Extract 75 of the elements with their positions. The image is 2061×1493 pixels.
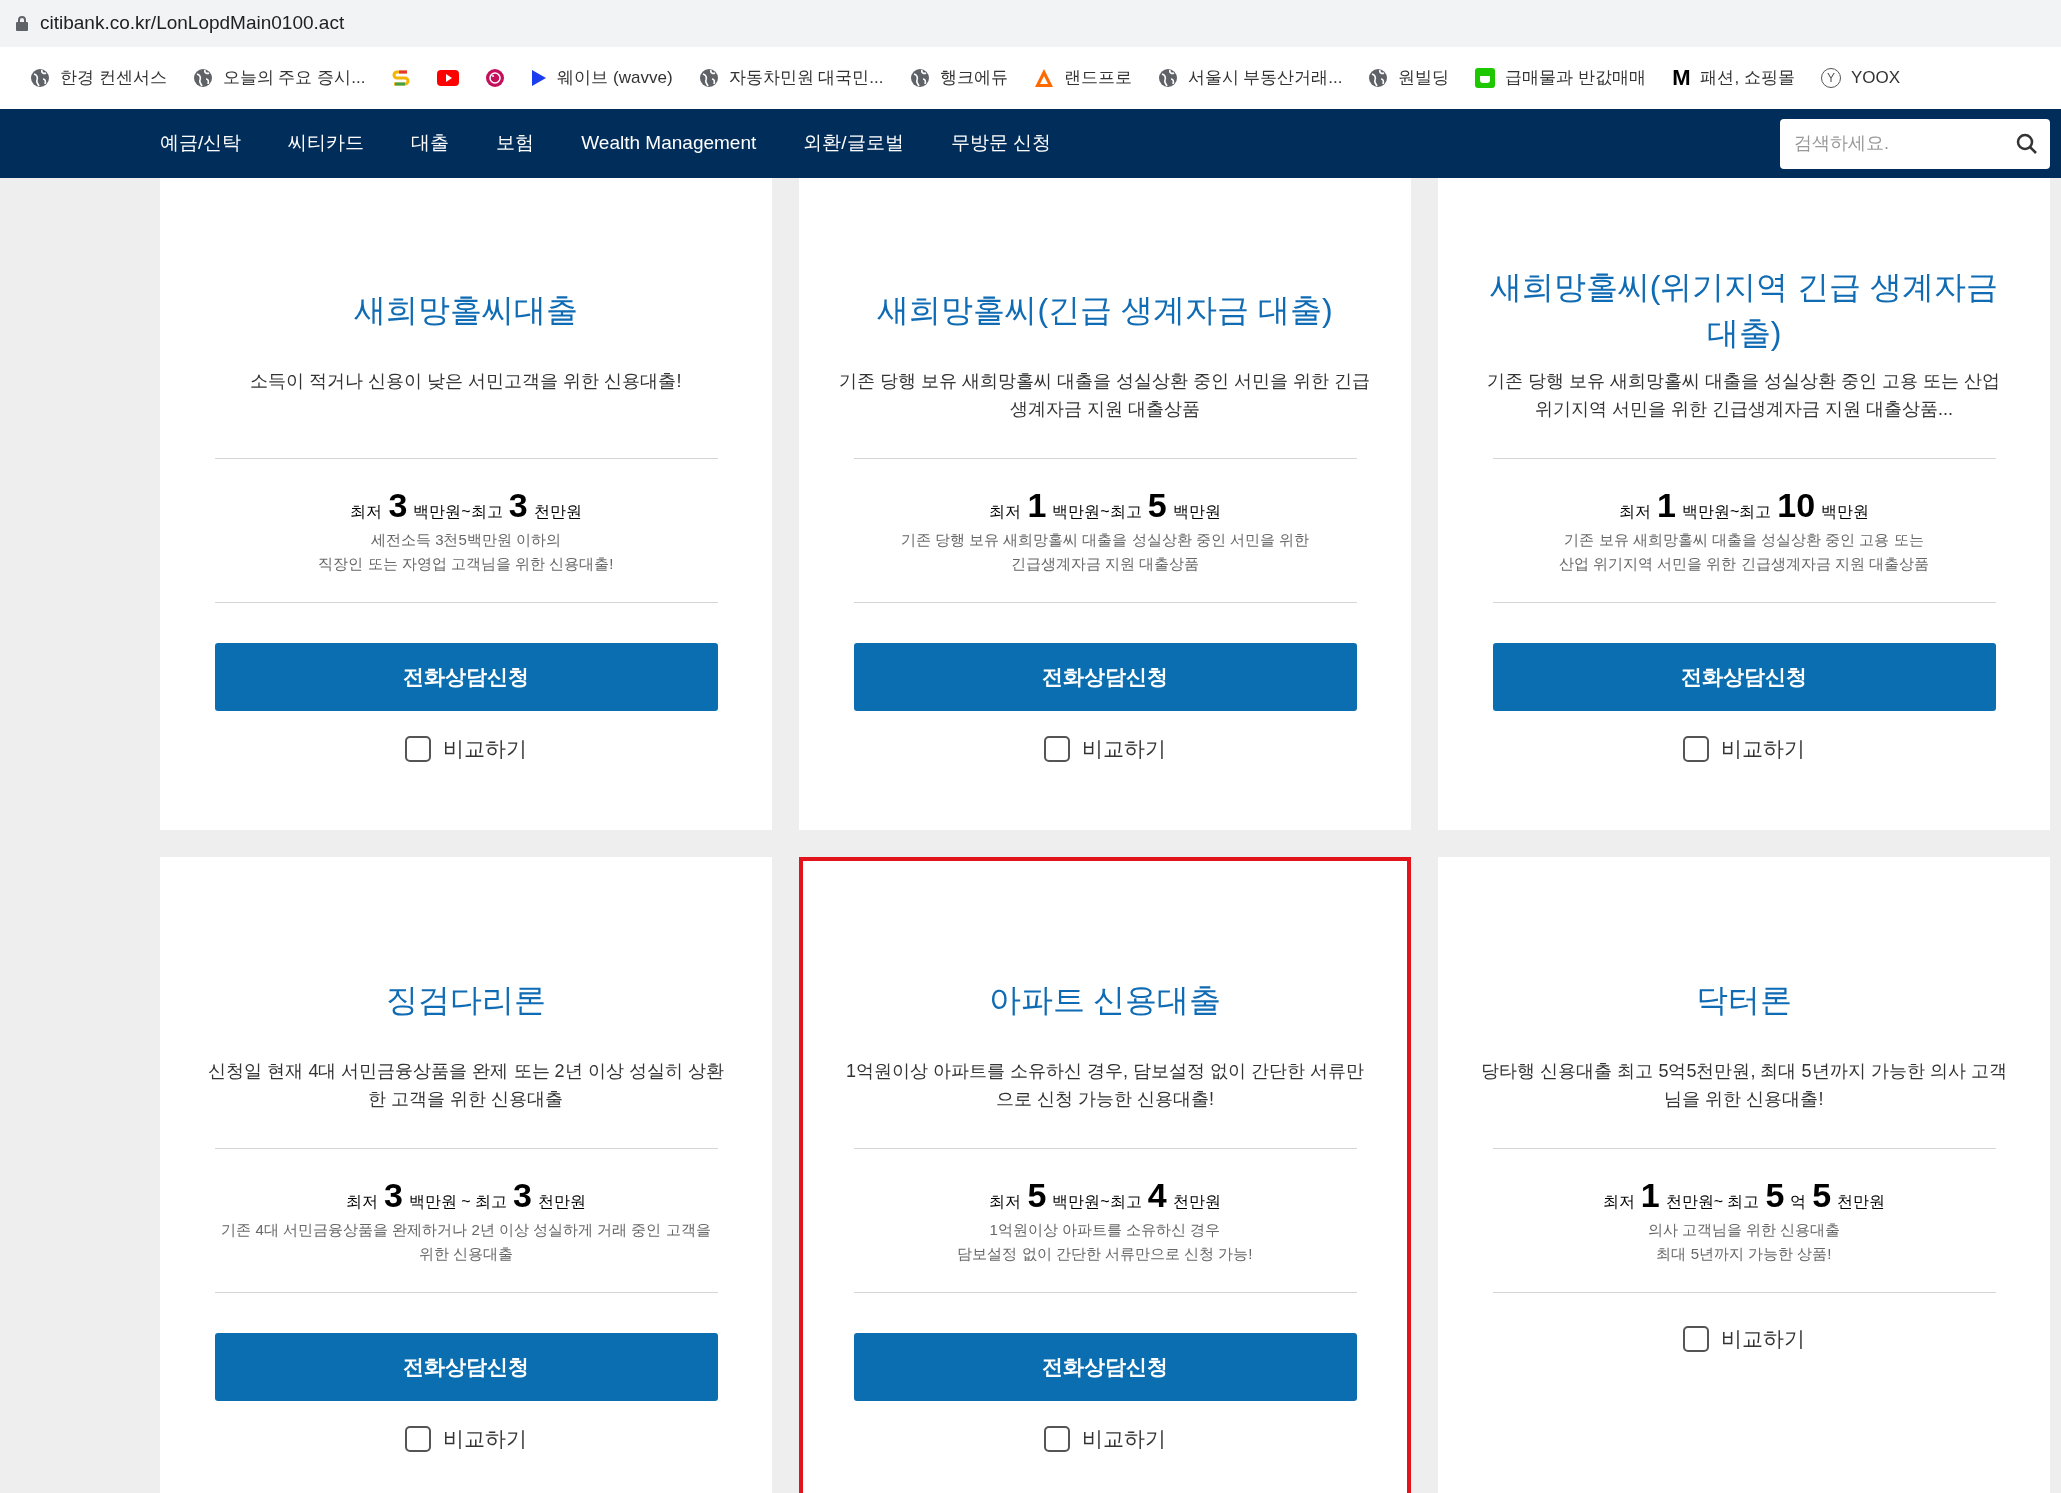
amount-note: 기존 4대 서민금융상품을 완제하거나 2년 이상 성실하게 거래 중인 고객을 위한 신용대출 (221, 1220, 711, 1264)
nav-item[interactable]: 보험 (496, 129, 535, 158)
product-description: 당타행 신용대출 최고 5억5천만원, 최대 5년까지 가능한 의사 고객님을 위한 신용대출! (1480, 1060, 2008, 1111)
loan-amount: 최저 3 백만원~최고 3 천만원 (350, 487, 582, 524)
product-title: 닥터론 (1696, 981, 1792, 1020)
consult-button[interactable]: 전화상담신청 (853, 643, 1357, 711)
nav-item[interactable]: 무방문 신청 (950, 129, 1051, 158)
nav-item[interactable]: Wealth Management (581, 129, 757, 158)
bookmark-link[interactable]: 행크에듀 (939, 65, 1008, 91)
product-title: 징검다리론 (386, 981, 546, 1020)
compare-checkbox[interactable] (1044, 735, 1070, 762)
consult-button[interactable]: 전화상담신청 (853, 1333, 1357, 1401)
lock-icon (16, 16, 28, 31)
triangle-logo-icon[interactable] (1033, 68, 1054, 88)
loan-amount: 최저 5 백만원~최고 4 천만원 (989, 1177, 1221, 1214)
video-play-icon[interactable] (437, 70, 460, 86)
search-field[interactable]: 검색하세요. (1780, 118, 2050, 169)
product-description: 기존 당행 보유 새희망홀씨 대출을 성실상환 중인 서민을 위한 긴급생계자금 지원 대출상품 (839, 370, 1371, 421)
logo-letter[interactable]: M (1672, 67, 1691, 89)
bookmark-link[interactable]: YOOX (1850, 65, 1901, 91)
amount-note: 기존 보유 새희망홀씨 대출을 성실상환 중인 고용 또는 산업 위기지역 서민을 위한 긴급생계자금 지원 대출상품 (1559, 530, 1929, 574)
lg-logo-icon[interactable] (485, 68, 506, 88)
url-text[interactable]: citibank.co.kr/LonLopdMain0100.act (40, 9, 345, 38)
product-title: 새희망홀씨대출 (354, 291, 578, 330)
nav-item[interactable]: 씨티카드 (288, 129, 365, 158)
product-description: 1억원이상 아파트를 소유하신 경우, 담보설정 없이 간단한 서류만으로 신청 가능한 신용대출! (845, 1060, 1365, 1111)
s-logo-icon[interactable] (391, 68, 412, 88)
compare-checkbox[interactable] (1044, 1425, 1070, 1452)
bookmark-link[interactable]: 패션, 쇼핑몰 (1700, 65, 1795, 91)
globe-icon[interactable] (1368, 68, 1389, 88)
consult-button[interactable]: 전화상담신청 (1492, 643, 1996, 711)
product-title: 새희망홀씨(위기지역 긴급 생계자금 대출) (1488, 268, 2000, 353)
loan-amount: 최저 1 백만원~최고 5 백만원 (989, 487, 1221, 524)
globe-icon[interactable] (698, 68, 719, 88)
search-icon[interactable] (2016, 132, 2038, 155)
globe-icon[interactable] (1157, 68, 1178, 88)
loan-amount: 최저 1 천만원~ 최고 5 억 5 천만원 (1602, 1177, 1886, 1214)
consult-button[interactable]: 전화상담신청 (214, 1333, 718, 1401)
compare-checkbox[interactable] (1683, 1325, 1709, 1352)
globe-icon[interactable] (909, 68, 930, 88)
globe-icon[interactable] (30, 68, 50, 88)
compare-label[interactable]: 비교하기 (1082, 733, 1166, 765)
amount-note: 세전소득 3천5백만원 이하의 직장인 또는 자영업 고객님을 위한 신용대출! (318, 530, 614, 574)
play-icon[interactable] (531, 69, 548, 87)
product-description: 소득이 적거나 신용이 낮은 서민고객을 위한 신용대출! (249, 370, 683, 393)
compare-checkbox[interactable] (405, 1425, 431, 1452)
bookmark-link[interactable]: 한경 컨센서스 (60, 65, 167, 91)
amount-note: 기존 당행 보유 새희망홀씨 대출을 성실상환 중인 서민을 위한 긴급생계자금 지원 대출상품 (900, 530, 1310, 574)
product-title: 아파트 신용대출 (988, 981, 1222, 1020)
bookmark-link[interactable]: 서울시 부동산거래... (1187, 65, 1343, 91)
bookmark-link[interactable]: 오늘의 주요 증시... (222, 65, 366, 91)
bookmark-link[interactable]: 랜드프로 (1063, 65, 1132, 91)
product-description: 기존 당행 보유 새희망홀씨 대출을 성실상환 중인 고용 또는 산업 위기지역 서민을 위한 긴급생계자금 지원 대출상품... (1486, 370, 2002, 421)
nav-item[interactable]: 외환/글로벌 (803, 129, 904, 158)
bookmark-link[interactable]: 자동차민원 대국민... (728, 65, 884, 91)
nav-item[interactable]: 대출 (411, 129, 450, 158)
compare-label[interactable]: 비교하기 (443, 1423, 527, 1455)
product-title: 새희망홀씨(긴급 생계자금 대출) (877, 291, 1333, 330)
bookmark-link[interactable]: 원빌딩 (1398, 65, 1450, 91)
compare-checkbox[interactable] (405, 735, 431, 762)
compare-label[interactable]: 비교하기 (1082, 1423, 1166, 1455)
amount-note: 의사 고객님을 위한 신용대출 최대 5년까지 가능한 상품! (1647, 1220, 1841, 1264)
loan-amount: 최저 1 백만원~최고 10 백만원 (1618, 487, 1870, 524)
loan-amount: 최저 3 백만원 ~ 최고 3 천만원 (345, 1177, 587, 1214)
amount-note: 1억원이상 아파트를 소유하신 경우 담보설정 없이 간단한 서류만으로 신청 가능! (957, 1220, 1253, 1264)
nav-item[interactable]: 예금/신탁 (160, 129, 242, 158)
consult-button[interactable]: 전화상담신청 (214, 643, 718, 711)
bookmark-link[interactable]: 급매물과 반값매매 (1505, 65, 1647, 91)
bookmark-link[interactable]: 웨이브 (wavve) (557, 65, 673, 91)
compare-label[interactable]: 비교하기 (1721, 733, 1805, 765)
compare-checkbox[interactable] (1683, 735, 1709, 762)
compare-label[interactable]: 비교하기 (1721, 1323, 1805, 1355)
globe-icon[interactable] (192, 68, 213, 88)
compare-label[interactable]: 비교하기 (443, 733, 527, 765)
product-description: 신청일 현재 4대 서민금융상품을 완제 또는 2년 이상 성실히 상환한 고객을 위한 신용대출 (207, 1060, 725, 1111)
